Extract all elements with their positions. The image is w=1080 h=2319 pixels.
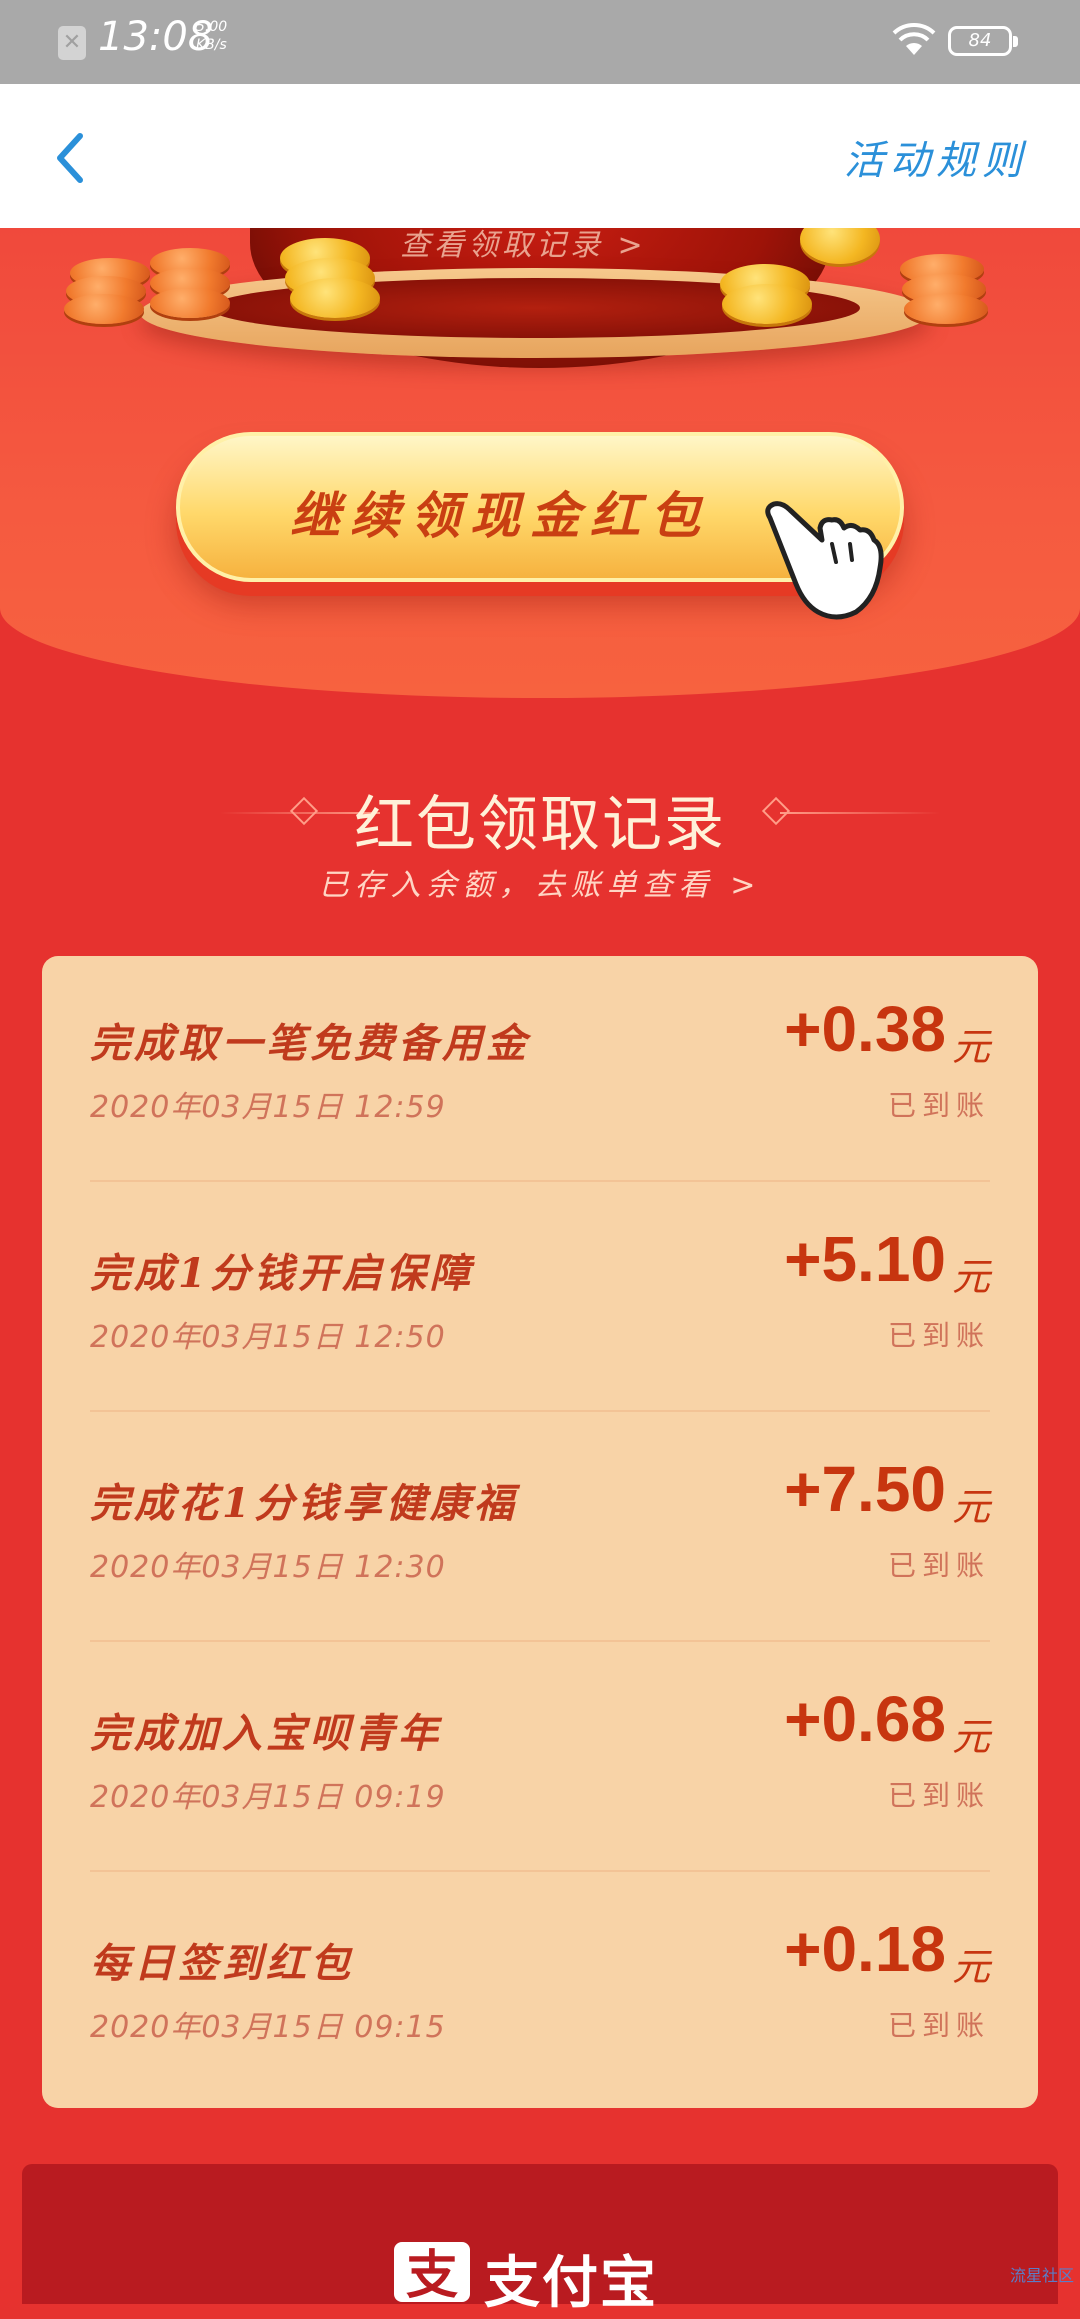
view-records-link[interactable]: 查看领取记录 > [400, 228, 647, 264]
pointing-hand-icon [765, 501, 884, 620]
record-amount: +0.38 [784, 993, 946, 1065]
record-unit: 元 [951, 1945, 990, 1989]
record-unit: 元 [951, 1715, 990, 1759]
alipay-brand: 支付宝 [484, 2251, 658, 2316]
record-unit: 元 [951, 1485, 990, 1529]
record-time: 2020年03月15日 12:59 [90, 1090, 446, 1125]
notification-close-icon: ✕ [58, 26, 86, 60]
coin-icon [290, 278, 380, 318]
record-time: 2020年03月15日 09:15 [90, 2010, 446, 2045]
record-time: 2020年03月15日 09:19 [90, 1780, 446, 1815]
record-item: 每日签到红包 2020年03月15日 09:15 +0.18 元 已到账 [90, 1876, 990, 2106]
record-status: 已到账 [887, 1549, 990, 1582]
alipay-logo-icon: 支 [394, 2242, 470, 2306]
record-item: 完成加入宝呗青年 2020年03月15日 09:19 +0.68 元 已到账 [90, 1646, 990, 1876]
record-divider [90, 1180, 990, 1182]
status-bar: ✕ 13:08 5.00 KB/s 84 [0, 0, 1080, 84]
coin-stack-icon [904, 294, 988, 324]
record-divider [90, 1640, 990, 1642]
activity-rules-link[interactable]: 活动规则 [844, 128, 1028, 186]
view-bill-link[interactable]: 已存入余额，去账单查看 > [0, 860, 1080, 904]
record-status: 已到账 [887, 1089, 990, 1122]
record-title: 完成1分钱开启保障 [90, 1250, 474, 1297]
record-amount: +5.10 [784, 1223, 946, 1295]
record-item: 完成1分钱开启保障 2020年03月15日 12:50 +5.10 元 已到账 [90, 1186, 990, 1416]
record-amount: +7.50 [784, 1453, 946, 1525]
record-title: 完成取一笔免费备用金 [90, 1020, 530, 1067]
cta-label: 继续领现金红包 [290, 486, 710, 545]
record-unit: 元 [951, 1025, 990, 1069]
wifi-icon [892, 23, 936, 55]
record-status: 已到账 [887, 1319, 990, 1352]
battery-icon: 84 [948, 26, 1018, 56]
records-card: 完成取一笔免费备用金 2020年03月15日 12:59 +0.38 元 已到账… [42, 956, 1038, 2108]
record-time: 2020年03月15日 12:50 [90, 1320, 446, 1355]
coin-icon [722, 284, 812, 324]
record-time: 2020年03月15日 12:30 [90, 1550, 446, 1585]
record-item: 完成取一笔免费备用金 2020年03月15日 12:59 +0.38 元 已到账 [90, 956, 990, 1186]
coin-stack-icon [64, 294, 144, 324]
network-speed: 5.00 KB/s [196, 19, 228, 53]
record-status: 已到账 [887, 1779, 990, 1812]
back-arrow-icon[interactable] [46, 128, 96, 188]
record-unit: 元 [951, 1255, 990, 1299]
record-amount: +0.18 [784, 1913, 946, 1985]
app-header: 活动规则 [0, 84, 1080, 228]
record-status: 已到账 [887, 2009, 990, 2042]
footer-banner: 支 支付宝 [22, 2164, 1058, 2316]
record-title: 完成花1分钱享健康福 [90, 1480, 518, 1527]
record-item: 完成花1分钱享健康福 2020年03月15日 12:30 +7.50 元 已到账 [90, 1416, 990, 1646]
records-title: 红包领取记录 [354, 790, 726, 860]
record-title: 完成加入宝呗青年 [90, 1710, 442, 1757]
record-divider [90, 1870, 990, 1872]
coin-stack-icon [150, 288, 230, 318]
record-title: 每日签到红包 [90, 1940, 354, 1987]
watermark: 流星社区 [1009, 2266, 1074, 2285]
record-divider [90, 1410, 990, 1412]
record-amount: +0.68 [784, 1683, 946, 1755]
